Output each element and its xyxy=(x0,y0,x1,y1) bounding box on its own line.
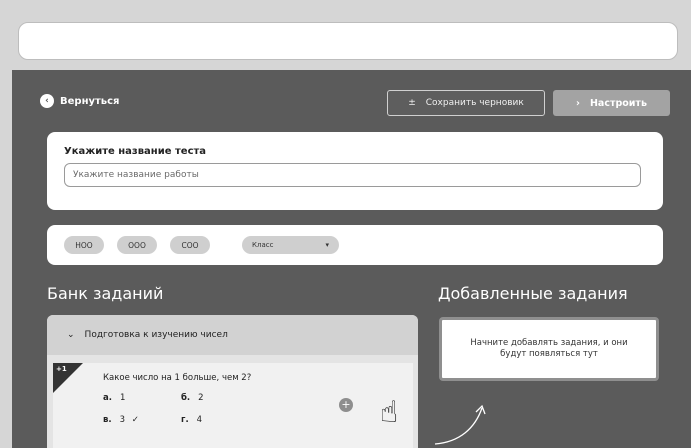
category-header[interactable]: ⌄ Подготовка к изучению чисел xyxy=(47,315,418,355)
chevron-right-icon: › xyxy=(576,97,580,109)
chip-soo[interactable]: СОО xyxy=(170,236,210,254)
test-title-input[interactable] xyxy=(64,163,641,187)
category-label: Подготовка к изучению чисел xyxy=(84,330,228,340)
curved-arrow-icon xyxy=(434,404,486,445)
setup-label: Настроить xyxy=(589,97,647,109)
header-row: ‹ Вернуться ± Сохранить черновик › Настр… xyxy=(40,90,670,116)
filters-card: НОО ООО СОО Класс ▾ xyxy=(47,225,663,265)
added-heading: Добавленные задания xyxy=(438,284,628,303)
option-d: г. 4 xyxy=(181,415,203,425)
option-a: а. 1 xyxy=(103,393,126,403)
option-c: в. 3 ✓ xyxy=(103,415,139,425)
test-title-card: Укажите название теста xyxy=(47,132,663,210)
added-tasks-panel: Начните добавлять задания, и они будут п… xyxy=(439,317,659,381)
triangle-down-icon: ▾ xyxy=(325,241,329,249)
task-bank-panel: ⌄ Подготовка к изучению чисел +1 Какое ч… xyxy=(47,315,418,448)
chevron-left-icon: ‹ xyxy=(40,94,54,108)
browser-address-bar[interactable] xyxy=(18,22,678,60)
setup-button[interactable]: › Настроить xyxy=(553,90,670,116)
save-draft-button[interactable]: ± Сохранить черновик xyxy=(387,90,545,116)
hand-pointer-icon: ☝ xyxy=(380,395,399,430)
chevron-down-icon: ⌄ xyxy=(67,330,75,340)
task-card[interactable]: +1 Какое число на 1 больше, чем 2? а. 1 б… xyxy=(53,363,413,448)
save-draft-label: Сохранить черновик xyxy=(425,98,524,108)
chip-ooo[interactable]: ООО xyxy=(117,236,157,254)
class-select[interactable]: Класс ▾ xyxy=(242,236,339,254)
back-label: Вернуться xyxy=(60,95,120,107)
back-button[interactable]: ‹ Вернуться xyxy=(40,94,119,108)
bank-heading: Банк заданий xyxy=(47,284,164,303)
option-b: б. 2 xyxy=(181,393,204,403)
plus-icon[interactable]: + xyxy=(339,398,353,412)
chip-noo[interactable]: НОО xyxy=(64,236,104,254)
plus-minus-icon: ± xyxy=(408,98,416,108)
test-title-label: Укажите название теста xyxy=(64,146,207,157)
added-empty-text: Начните добавлять задания, и они будут п… xyxy=(470,337,628,359)
points-badge-label: +1 xyxy=(56,365,67,373)
check-icon: ✓ xyxy=(131,415,139,425)
task-question: Какое число на 1 больше, чем 2? xyxy=(103,373,252,383)
class-select-label: Класс xyxy=(252,241,274,249)
